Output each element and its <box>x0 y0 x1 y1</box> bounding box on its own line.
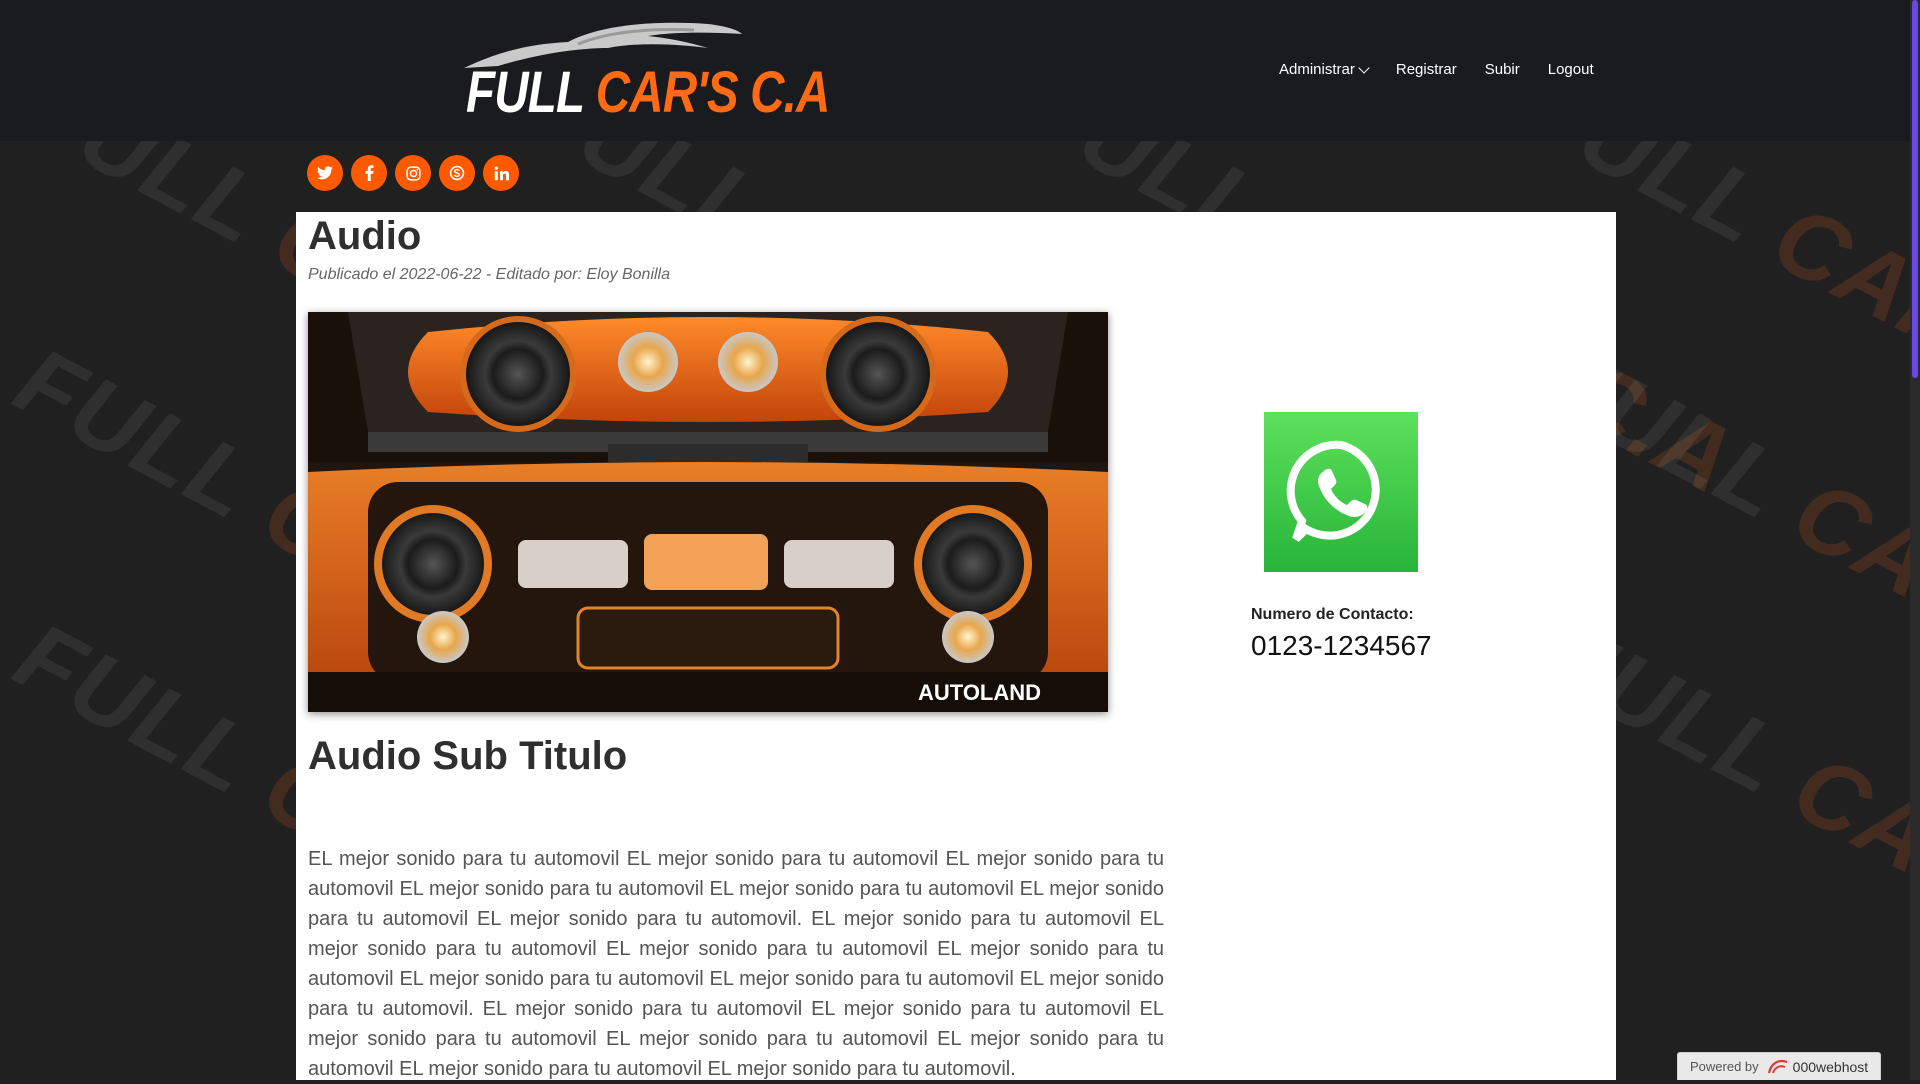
instagram-icon[interactable] <box>395 155 431 191</box>
nav-administrar-label: Administrar <box>1279 61 1355 78</box>
facebook-icon[interactable] <box>351 155 387 191</box>
scrollbar-thumb[interactable] <box>1912 0 1918 378</box>
logo-wordmark: FULL CAR'S C.A <box>466 60 830 125</box>
site-header: FULL CAR'S C.A Administrar Registrar Sub… <box>0 0 1910 141</box>
main-nav: Administrar Registrar Subir Logout <box>1279 61 1622 78</box>
powered-by-label: Powered by <box>1690 1059 1759 1074</box>
site-logo[interactable]: FULL CAR'S C.A <box>458 18 830 126</box>
page-scrollbar[interactable] <box>1910 0 1920 1080</box>
hero-caption: AUTOLAND <box>918 680 1041 705</box>
nav-logout[interactable]: Logout <box>1548 61 1594 78</box>
nav-subir[interactable]: Subir <box>1485 61 1520 78</box>
contact-number: 0123-1234567 <box>1251 630 1432 661</box>
skype-icon[interactable] <box>439 155 475 191</box>
contact-label: Numero de Contacto: <box>1251 606 1414 623</box>
linkedin-icon[interactable] <box>483 155 519 191</box>
powered-by-badge[interactable]: Powered by 000webhost <box>1677 1052 1881 1080</box>
powered-by-brand: 000webhost <box>1792 1058 1869 1075</box>
article-meta: Publicado el 2022-06-22 - Editado por: E… <box>308 266 671 283</box>
whatsapp-icon[interactable] <box>1264 412 1418 572</box>
social-links <box>307 155 519 191</box>
nav-registrar[interactable]: Registrar <box>1396 61 1457 78</box>
article-hero-image: AUTOLAND <box>308 312 1108 712</box>
article-subtitle: Audio Sub Titulo <box>308 734 628 778</box>
twitter-icon[interactable] <box>307 155 343 191</box>
article-title: Audio <box>308 214 422 258</box>
article-body: EL mejor sonido para tu automovil EL mej… <box>308 848 1164 1080</box>
nav-administrar[interactable]: Administrar <box>1279 61 1370 78</box>
article-card: Audio Publicado el 2022-06-22 - Editado … <box>296 212 1616 1080</box>
chevron-down-icon <box>1358 61 1370 74</box>
webhost-logo-icon <box>1767 1059 1788 1073</box>
